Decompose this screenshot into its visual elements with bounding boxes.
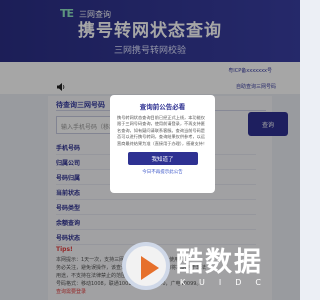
play-triangle-icon	[141, 256, 159, 280]
acknowledge-button[interactable]: 我知道了	[127, 152, 198, 166]
page: TE 三网查询 携号转网状态查询 三网携号转网校验 粤ICP备xxxxxxx号 …	[0, 0, 300, 300]
modal-title: 查询前公告必看	[139, 103, 186, 111]
watermark-text: 酷数据	[176, 247, 263, 278]
modal-body: 携号转网状态查询目前已经正式上线，本功能仅限于三网号码查询，使用前请登录，不再支…	[117, 115, 208, 146]
announcement-modal: 查询前公告必看 携号转网状态查询目前已经正式上线，本功能仅限于三网号码查询，使用…	[110, 95, 215, 193]
play-logo-icon	[122, 242, 170, 290]
watermark-subtext: KUIDC	[180, 278, 275, 287]
watermark: 酷数据 KUIDC	[120, 238, 292, 296]
dismiss-today-link[interactable]: 今日不再提示此公告	[117, 169, 208, 175]
